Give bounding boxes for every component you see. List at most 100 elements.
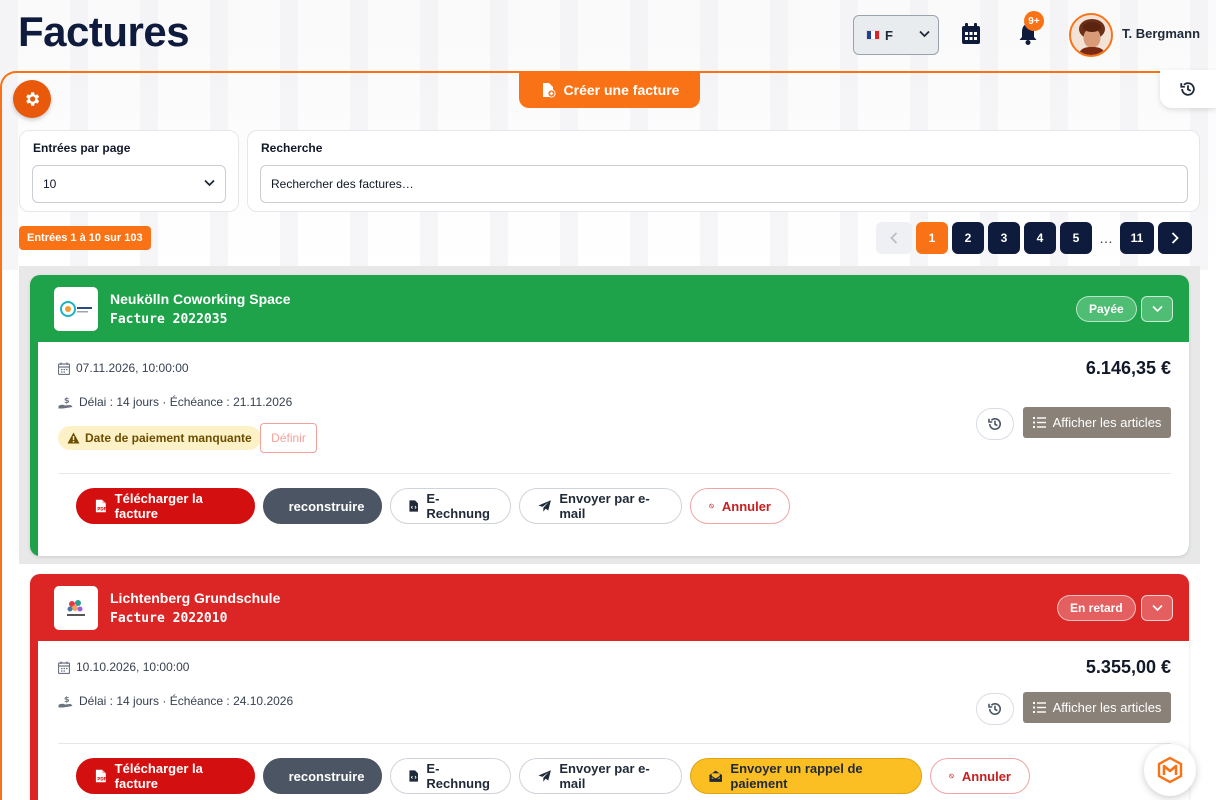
ban-icon (709, 503, 714, 509)
e-rechnung-label: E-Rechnung (426, 761, 490, 791)
client-logo (54, 287, 98, 331)
chevron-down-icon (204, 178, 215, 190)
invoice-amount: 5.355,00 € (1085, 657, 1171, 677)
page-button-3[interactable]: 3 (988, 222, 1020, 254)
show-articles-button[interactable]: Afficher les articles (1023, 407, 1171, 438)
invoice-date-row: 10.10.2026, 10:00:00 (58, 660, 189, 674)
invoice-amount: 6.146,35 € (1085, 358, 1171, 378)
e-rechnung-label: E-Rechnung (426, 491, 490, 521)
send-payment-reminder-button[interactable]: Envoyer un rappel de paiement (690, 758, 922, 794)
invoice-card-body: 10.10.2026, 10:00:00 $ Délai : 14 jours … (38, 641, 1189, 800)
invoice-number: Facture 2022035 (110, 312, 228, 327)
invoice-history-button[interactable] (976, 408, 1014, 440)
cancel-invoice-label: Annuler (721, 498, 771, 514)
prev-page-button[interactable] (876, 222, 912, 254)
create-invoice-button[interactable]: Créer une facture (519, 71, 700, 108)
invoice-card-header[interactable]: Lichtenberg Grundschule Facture 2022010 … (30, 574, 1189, 641)
list-icon (1032, 417, 1046, 428)
history-icon (988, 418, 1001, 430)
history-icon (1180, 82, 1195, 96)
next-page-button[interactable] (1158, 222, 1192, 254)
calendar-icon[interactable] (960, 22, 984, 46)
invoice-number: Facture 2022010 (110, 611, 228, 626)
cancel-invoice-button[interactable]: Annuler (930, 758, 1030, 794)
search-label: Recherche (261, 141, 323, 155)
download-invoice-button[interactable]: PDF Télécharger la facture (76, 758, 255, 794)
page-button-1[interactable]: 1 (916, 222, 948, 254)
invoice-date: 10.10.2026, 10:00:00 (76, 660, 190, 674)
e-rechnung-button[interactable]: E-Rechnung (390, 758, 511, 794)
file-code-icon (409, 770, 418, 782)
calendar-icon (58, 362, 70, 375)
invoice-card: Neukölln Coworking Space Facture 2022035… (30, 275, 1189, 556)
svg-text:$: $ (64, 695, 70, 704)
svg-text:$: $ (64, 396, 70, 405)
hand-coin-icon: $ (58, 396, 73, 408)
invoice-terms: Délai : 14 jours · Échéance : 24.10.2026 (79, 694, 294, 708)
invoice-terms-row: $ Délai : 14 jours · Échéance : 24.10.20… (58, 694, 293, 708)
expand-toggle-button[interactable] (1141, 595, 1173, 621)
create-invoice-label: Créer une facture (563, 81, 680, 98)
entries-summary-badge: Entrées 1 à 10 sur 103 (19, 226, 151, 250)
list-icon (1032, 702, 1046, 713)
show-articles-label: Afficher les articles (1052, 700, 1162, 715)
page-button-11[interactable]: 11 (1120, 222, 1154, 254)
hand-coin-icon: $ (58, 695, 73, 707)
entries-per-page-select[interactable]: 10 (32, 165, 226, 203)
pdf-file-icon: PDF (95, 499, 107, 513)
status-badge: En retard (1057, 595, 1136, 621)
invoice-history-button[interactable] (976, 693, 1014, 725)
chevron-down-icon (1151, 305, 1163, 313)
svg-text:PDF: PDF (97, 776, 106, 781)
rebuild-button[interactable]: reconstruire (263, 488, 382, 524)
page-button-4[interactable]: 4 (1024, 222, 1056, 254)
invoice-actions: PDF Télécharger la facture reconstruire … (76, 488, 790, 524)
brand-logo-icon (1157, 756, 1183, 784)
chevron-left-icon (890, 232, 898, 244)
search-panel: Recherche (247, 130, 1200, 212)
show-articles-button[interactable]: Afficher les articles (1023, 692, 1171, 723)
history-icon (988, 703, 1001, 715)
expand-toggle-button[interactable] (1141, 296, 1173, 322)
define-payment-date-button[interactable]: Définir (260, 423, 317, 453)
e-rechnung-button[interactable]: E-Rechnung (390, 488, 511, 524)
invoice-card-body: 07.11.2026, 10:00:00 $ Délai : 14 jours … (38, 342, 1189, 556)
warning-icon (67, 432, 80, 444)
user-name[interactable]: T. Bergmann (1122, 26, 1200, 41)
search-input[interactable] (260, 165, 1188, 203)
send-email-label: Envoyer par e-mail (559, 761, 650, 791)
chevron-right-icon (1171, 232, 1179, 244)
client-name: Lichtenberg Grundschule (110, 590, 281, 606)
avatar[interactable] (1069, 13, 1113, 57)
invoice-terms: Délai : 14 jours · Échéance : 21.11.2026 (79, 395, 293, 409)
status-badge: Payée (1076, 296, 1137, 322)
file-code-icon (409, 500, 418, 512)
assistant-launcher-button[interactable] (1144, 744, 1196, 796)
divider (58, 743, 1171, 744)
client-name: Neukölln Coworking Space (110, 291, 291, 307)
invoice-date: 07.11.2026, 10:00:00 (76, 361, 189, 375)
rebuild-button[interactable]: reconstruire (263, 758, 382, 794)
france-flag-icon (866, 30, 880, 40)
cancel-invoice-label: Annuler (961, 768, 1011, 784)
chevron-down-icon (919, 29, 930, 41)
send-email-button[interactable]: Envoyer par e-mail (519, 758, 682, 794)
paper-plane-icon (538, 770, 551, 782)
page-button-2[interactable]: 2 (952, 222, 984, 254)
page-ellipsis: … (1099, 230, 1113, 246)
rebuild-label: reconstruire (288, 768, 365, 784)
paper-plane-icon (538, 500, 551, 512)
language-select[interactable]: F (853, 15, 939, 55)
send-payment-reminder-label: Envoyer un rappel de paiement (730, 761, 863, 791)
page-button-5[interactable]: 5 (1060, 222, 1092, 254)
download-invoice-button[interactable]: PDF Télécharger la facture (76, 488, 255, 524)
divider (58, 473, 1171, 474)
page-title: Factures (18, 8, 190, 55)
cancel-invoice-button[interactable]: Annuler (690, 488, 790, 524)
history-button[interactable] (1160, 70, 1216, 108)
header: Factures F 9+ T. Bergmann (0, 0, 1216, 70)
pagination: 1 2 3 4 5 … 11 (876, 222, 1192, 254)
send-email-button[interactable]: Envoyer par e-mail (519, 488, 682, 524)
settings-button[interactable] (13, 80, 51, 118)
invoice-card-header[interactable]: Neukölln Coworking Space Facture 2022035… (30, 275, 1189, 342)
